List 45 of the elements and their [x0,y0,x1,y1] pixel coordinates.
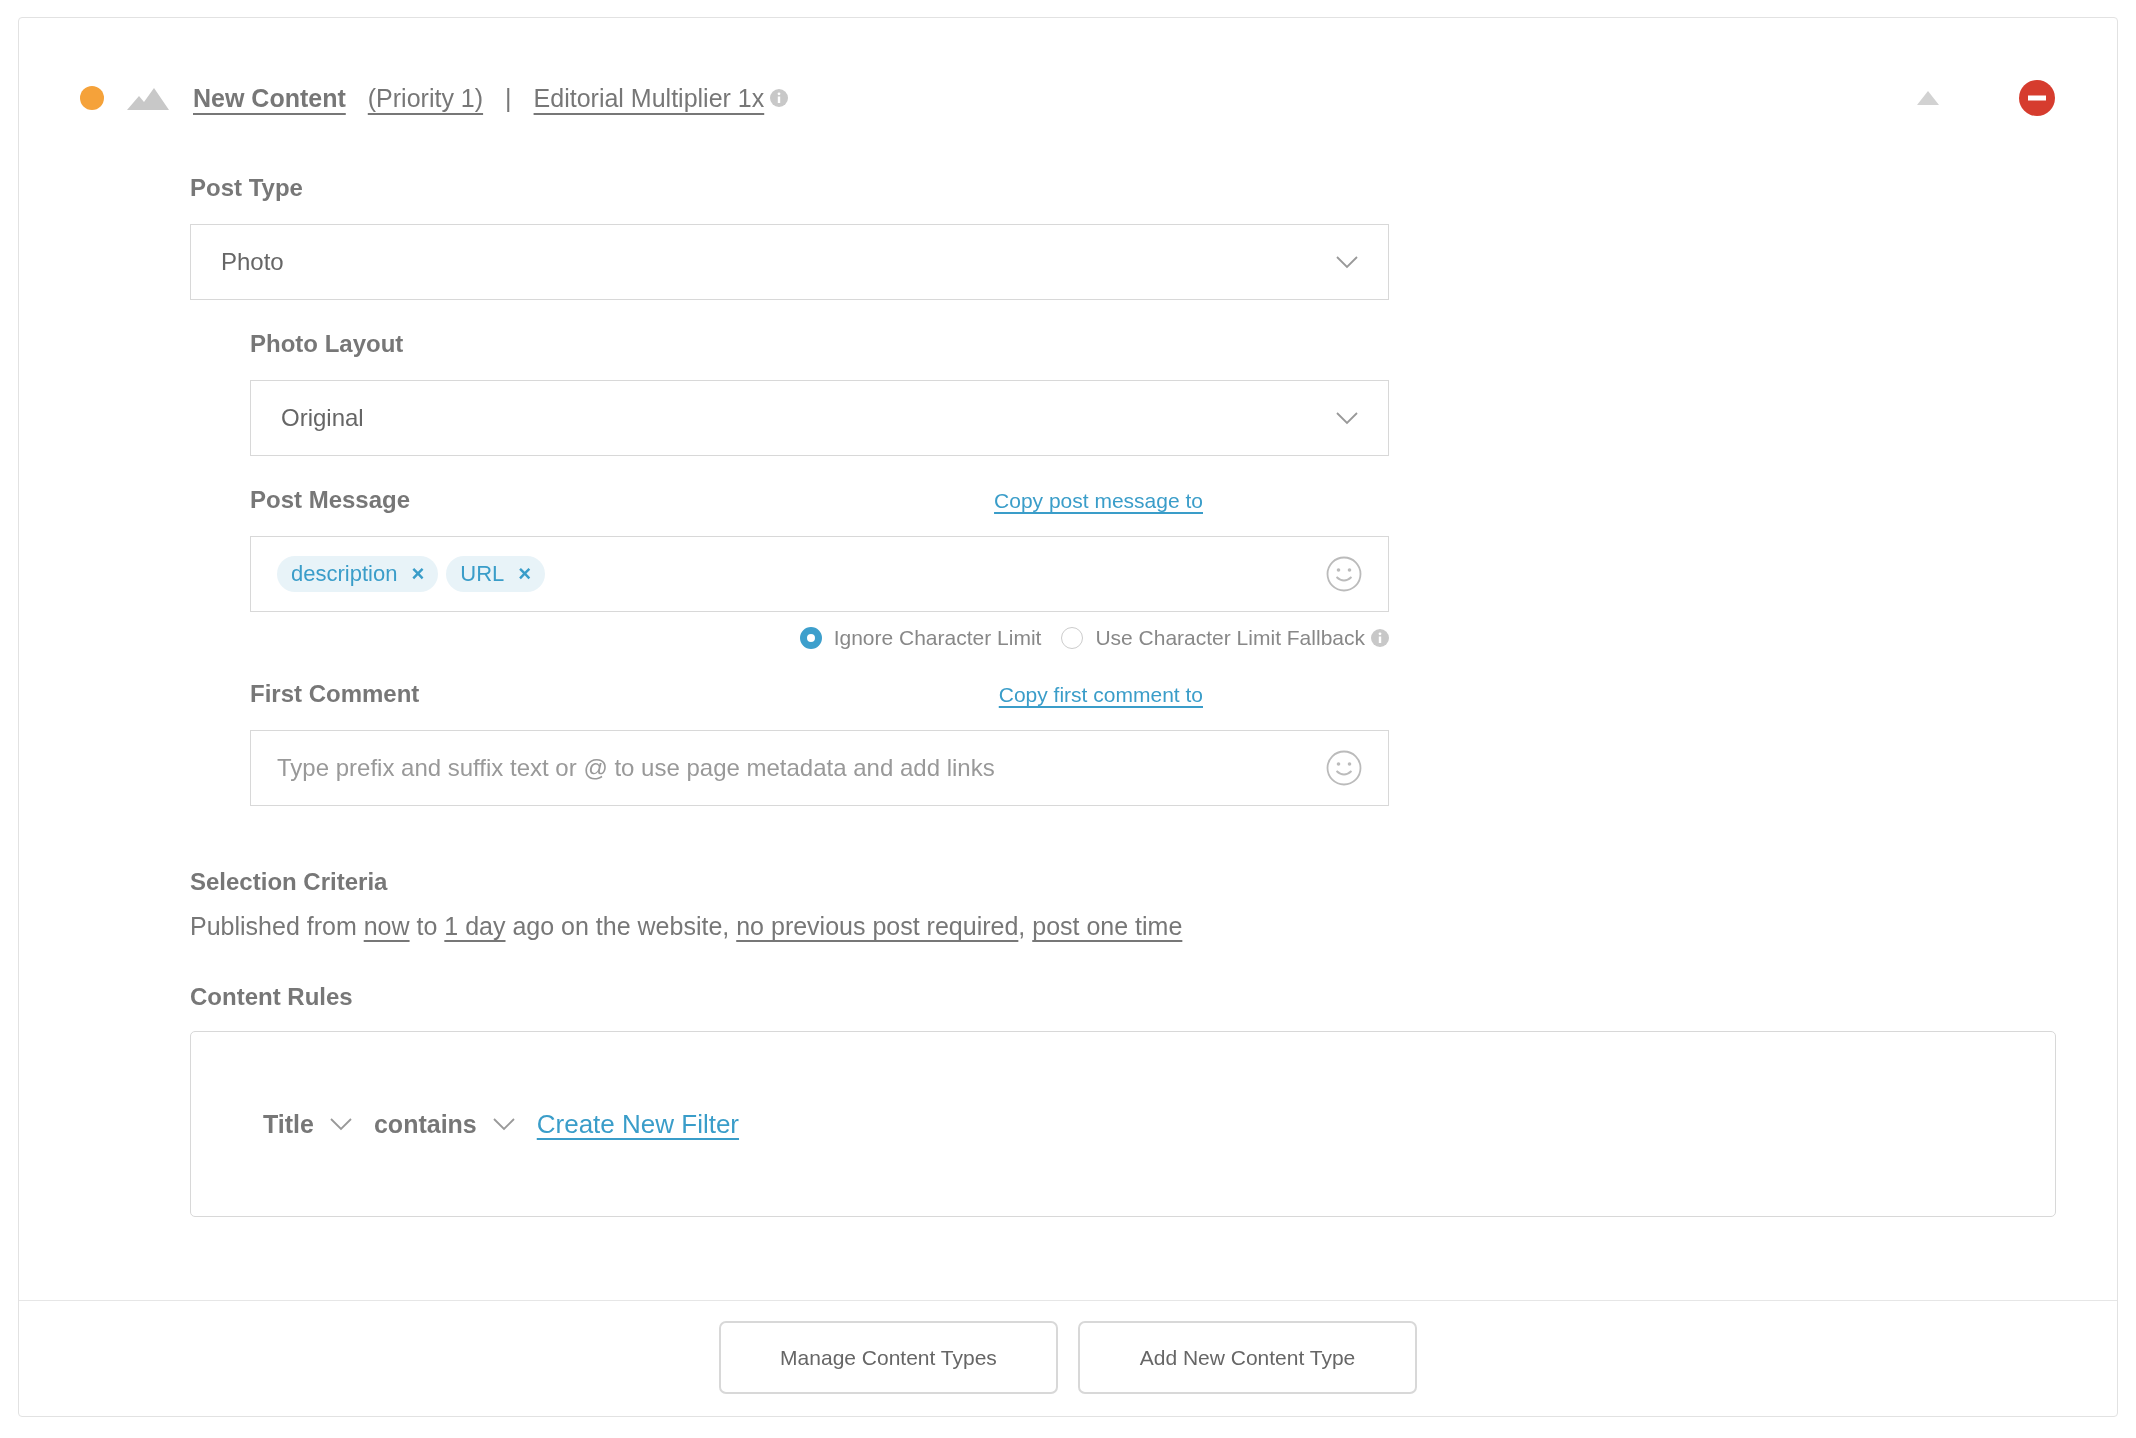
chevron-down-icon [329,1117,352,1131]
field-label: First Comment [250,680,420,708]
section-label: Content Rules [190,983,354,1011]
radio-label: Use Character Limit Fallback [1095,626,1365,650]
content-title-link[interactable]: New Content [193,83,346,113]
remove-icon [2019,80,2055,116]
smiley-icon [1326,556,1362,592]
field-label: Post Type [190,174,304,202]
criteria-link[interactable]: 1 day [444,912,506,940]
chevron-down-icon [1336,255,1358,269]
chevron-down-icon [1336,411,1358,425]
criteria-link[interactable]: no previous post required [736,912,1019,940]
token-tag: description × [277,556,439,592]
field-dropdown[interactable]: Title [263,1109,352,1139]
mountain-icon [127,86,169,110]
dropdown[interactable]: Original [250,380,1389,456]
operator-dropdown[interactable]: contains [373,1109,515,1139]
info-icon [770,89,789,107]
radio-button[interactable] [799,627,822,649]
field-label: Photo Layout [250,330,405,358]
dropdown[interactable]: Photo [190,224,1389,300]
remove-token-button[interactable]: × [518,561,532,587]
criteria-link[interactable]: now [363,912,410,940]
token-tag: URL × [446,556,546,592]
footer-button[interactable]: Add New Content Type [1078,1321,1417,1394]
chevron-down-icon [492,1117,515,1131]
priority-link[interactable]: (Priority 1) [367,83,484,113]
criteria-link[interactable]: post one time [1032,912,1183,940]
info-icon [1371,629,1389,647]
field-label: Post Message [250,486,411,514]
collapse-triangle-icon [1917,91,1939,105]
remove-token-button[interactable]: × [411,561,425,587]
smiley-icon [1326,750,1362,786]
message-field[interactable]: description × URL × [250,536,1389,612]
copy-link[interactable]: Copy post message to [994,489,1203,513]
footer-button[interactable]: Manage Content Types [719,1321,1058,1394]
radio-label: Ignore Character Limit [833,626,1042,650]
criteria-sentence: Published from now to 1 day ago on the website, no previous post required, post one time [190,912,1184,941]
section-label: Selection Criteria [190,868,389,896]
comment-field[interactable]: Type prefix and suffix text or @ to use page metadata and add links [250,730,1389,806]
status-dot [80,86,104,110]
create-filter-link[interactable]: Create New Filter [536,1108,740,1140]
separator: | [505,83,512,113]
copy-link[interactable]: Copy first comment to [998,683,1203,707]
multiplier-link[interactable]: Editorial Multiplier 1x [533,83,765,113]
